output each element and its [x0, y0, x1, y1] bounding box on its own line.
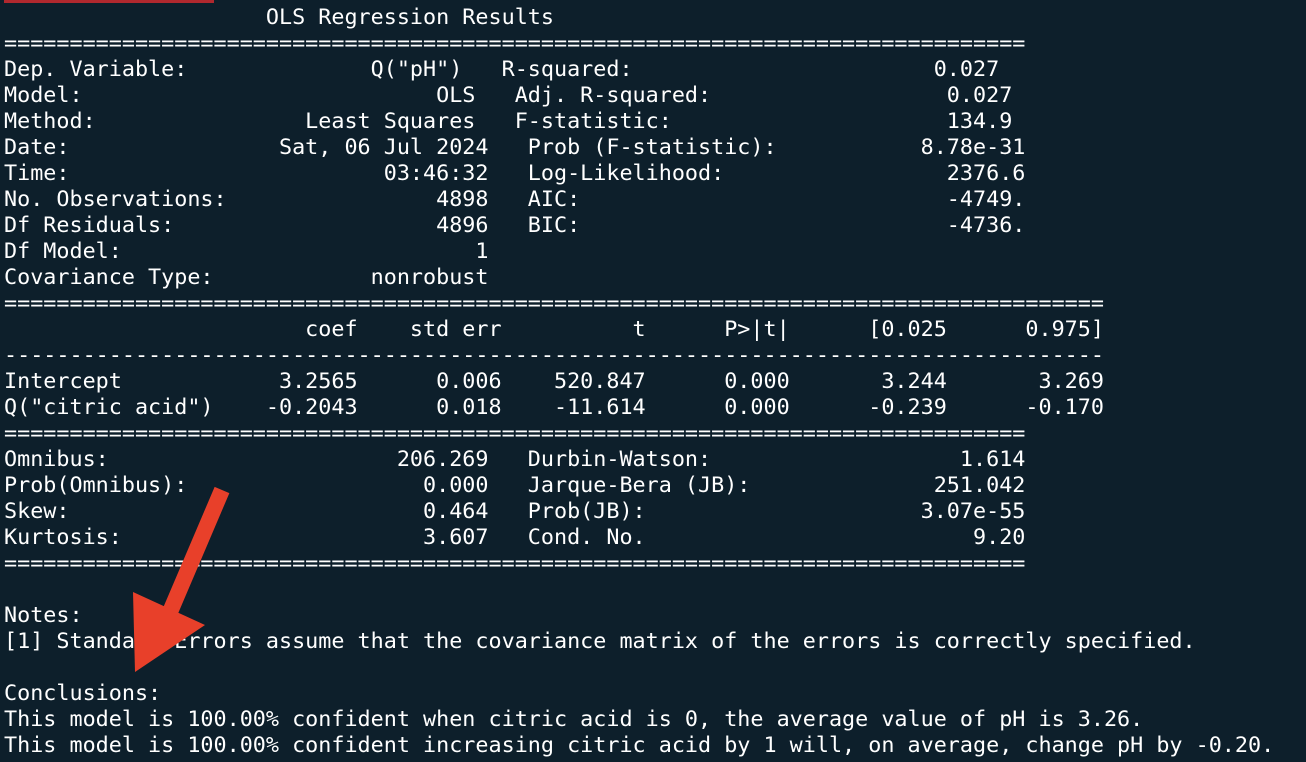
conclusion-line: This model is 100.00% confident when cit…	[4, 707, 1144, 732]
coef-table-row: Q("citric acid") -0.2043 0.018 -11.614 0…	[4, 395, 1104, 420]
coef-table-header: coef std err t P>|t| [0.025 0.975]	[4, 317, 1104, 342]
conclusions-heading: Conclusions:	[4, 681, 162, 706]
notes-text: [1] Standard Errors assume that the cova…	[4, 629, 1196, 654]
terminal-output: OLS Regression Results =================…	[0, 0, 1306, 762]
summary-row: Df Model: 1	[4, 239, 1026, 264]
summary-row: Time: 03:46:32 Log-Likelihood: 2376.6	[4, 161, 1026, 186]
summary-row: Model: OLS Adj. R-squared: 0.027	[4, 83, 1013, 108]
diagnostic-row: Kurtosis: 3.607 Cond. No. 9.20	[4, 525, 1026, 550]
diagnostic-row: Skew: 0.464 Prob(JB): 3.07e-55	[4, 499, 1026, 524]
top-accent-bar	[4, 0, 214, 3]
separator-line: ----------------------------------------…	[4, 343, 1104, 368]
summary-row: Date: Sat, 06 Jul 2024 Prob (F-statistic…	[4, 135, 1026, 160]
separator-line: ========================================…	[4, 291, 1104, 316]
summary-row: Df Residuals: 4896 BIC: -4736.	[4, 213, 1026, 238]
separator-line: ========================================…	[4, 421, 1026, 446]
separator-line: ========================================…	[4, 31, 1026, 56]
summary-row: Dep. Variable: Q("pH") R-squared: 0.027	[4, 57, 1000, 82]
conclusion-line: This model is 100.00% confident increasi…	[4, 733, 1275, 758]
summary-row: Method: Least Squares F-statistic: 134.9	[4, 109, 1013, 134]
diagnostic-row: Omnibus: 206.269 Durbin-Watson: 1.614	[4, 447, 1026, 472]
summary-row: Covariance Type: nonrobust	[4, 265, 1026, 290]
diagnostic-row: Prob(Omnibus): 0.000 Jarque-Bera (JB): 2…	[4, 473, 1026, 498]
notes-heading: Notes:	[4, 603, 83, 628]
summary-row: No. Observations: 4898 AIC: -4749.	[4, 187, 1026, 212]
regression-title: OLS Regression Results	[4, 5, 921, 30]
separator-line: ========================================…	[4, 551, 1026, 576]
coef-table-row: Intercept 3.2565 0.006 520.847 0.000 3.2…	[4, 369, 1104, 394]
